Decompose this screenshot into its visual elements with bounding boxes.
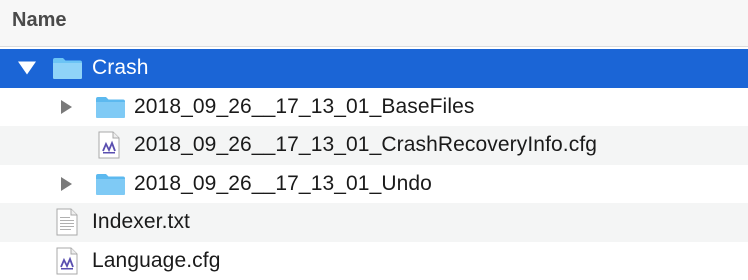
folder-icon bbox=[95, 95, 126, 119]
list-item-crashrecoveryinfo[interactable]: 2018_09_26__17_13_01_CrashRecoveryInfo.c… bbox=[0, 126, 748, 165]
column-header: Name bbox=[0, 0, 748, 47]
list-item-basefiles[interactable]: 2018_09_26__17_13_01_BaseFiles bbox=[0, 88, 748, 127]
list-item-undo[interactable]: 2018_09_26__17_13_01_Undo bbox=[0, 165, 748, 204]
list-item-language[interactable]: Language.cfg bbox=[0, 242, 748, 280]
cfg-file-icon bbox=[97, 131, 121, 159]
list-item-label: Indexer.txt bbox=[92, 210, 190, 234]
name-column-header[interactable]: Name bbox=[12, 9, 66, 32]
list-item-label: 2018_09_26__17_13_01_CrashRecoveryInfo.c… bbox=[134, 133, 597, 157]
list-item-label: Crash bbox=[92, 56, 149, 80]
list-item-label: 2018_09_26__17_13_01_Undo bbox=[134, 172, 432, 196]
list-item-label: Language.cfg bbox=[92, 249, 220, 273]
list-item-label: 2018_09_26__17_13_01_BaseFiles bbox=[134, 95, 474, 119]
folder-icon bbox=[52, 56, 83, 80]
text-file-icon bbox=[55, 208, 79, 236]
list-item-indexer[interactable]: Indexer.txt bbox=[0, 203, 748, 242]
file-list: Crash 2018_09_26__17_13_01_BaseFiles 201… bbox=[0, 49, 748, 280]
cfg-file-icon bbox=[55, 247, 79, 275]
disclosure-triangle-expanded[interactable] bbox=[18, 62, 36, 75]
disclosure-triangle-collapsed[interactable] bbox=[61, 177, 72, 191]
disclosure-triangle-collapsed[interactable] bbox=[61, 100, 72, 114]
list-item-crash[interactable]: Crash bbox=[0, 49, 748, 88]
folder-icon bbox=[95, 172, 126, 196]
